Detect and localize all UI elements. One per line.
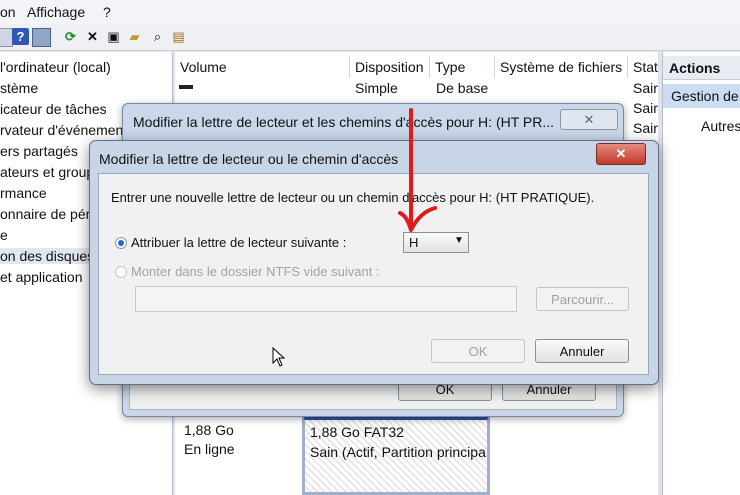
disk-status: En ligne bbox=[184, 441, 235, 457]
column-header-layout[interactable]: Disposition bbox=[350, 56, 430, 78]
browse-button[interactable]: Parcourir... bbox=[536, 287, 629, 311]
dialog-body: Entrer une nouvelle lettre de lecteur ou… bbox=[98, 173, 649, 375]
help-icon[interactable]: ? bbox=[12, 28, 29, 45]
tree-item[interactable]: rvateur d'événement bbox=[0, 122, 127, 138]
disk-size: 1,88 Go bbox=[184, 422, 234, 438]
column-header-type[interactable]: Type bbox=[430, 56, 495, 78]
tree-item[interactable]: icateur de tâches bbox=[0, 101, 107, 117]
delete-icon[interactable]: ✕ bbox=[84, 28, 101, 45]
cell-type: De base bbox=[436, 80, 489, 96]
column-header-filesystem[interactable]: Système de fichiers bbox=[495, 56, 628, 78]
radio-assign-letter[interactable] bbox=[115, 237, 127, 249]
partition-size: 1,88 Go FAT32 bbox=[310, 424, 404, 440]
toolbar: ? ⟳ ✕ ▣ ▰ ⌕ ▤ bbox=[0, 24, 740, 51]
cell-status: Sair bbox=[633, 100, 658, 116]
dialog-instruction: Entrer une nouvelle lettre de lecteur ou… bbox=[111, 190, 595, 205]
menu-item-help[interactable]: ? bbox=[103, 4, 111, 20]
refresh-icon[interactable]: ⟳ bbox=[62, 28, 79, 45]
menu-bar: on Affichage ? bbox=[0, 0, 740, 24]
ntfs-folder-input[interactable] bbox=[135, 286, 517, 312]
label-assign-letter[interactable]: Attribuer la lettre de lecteur suivante … bbox=[131, 235, 346, 250]
settings-icon[interactable]: ▤ bbox=[170, 28, 187, 45]
actions-header: Actions bbox=[663, 56, 740, 80]
annotation-arrow-icon bbox=[398, 108, 437, 232]
dialog-title: Modifier la lettre de lecteur ou le chem… bbox=[99, 151, 399, 167]
mouse-cursor-icon bbox=[272, 347, 286, 367]
radio-mount-folder[interactable] bbox=[115, 266, 127, 278]
tree-item[interactable]: e bbox=[0, 227, 8, 243]
partition-status: Sain (Actif, Partition principa bbox=[310, 444, 486, 460]
menu-item-file[interactable]: on bbox=[0, 4, 16, 20]
drive-icon bbox=[179, 85, 193, 89]
bg-close-icon[interactable]: ✕ bbox=[560, 109, 618, 130]
search-icon[interactable]: ⌕ bbox=[149, 28, 166, 45]
tree-item[interactable]: stème bbox=[0, 80, 38, 96]
actions-pane: Actions Gestion de Autres bbox=[662, 52, 740, 495]
bg-dialog-title: Modifier la lettre de lecteur et les che… bbox=[133, 114, 555, 130]
action-more[interactable]: Autres bbox=[701, 118, 740, 134]
cancel-button[interactable]: Annuler bbox=[535, 339, 629, 363]
tree-item[interactable]: l'ordinateur (local) bbox=[0, 59, 111, 75]
chevron-down-icon: ▼ bbox=[454, 235, 464, 246]
tree-item[interactable]: ateurs et group bbox=[0, 164, 94, 180]
close-icon[interactable]: ✕ bbox=[596, 143, 646, 165]
label-mount-folder[interactable]: Monter dans le dossier NTFS vide suivant… bbox=[131, 264, 380, 279]
tree-item[interactable]: ers partagés bbox=[0, 143, 78, 159]
cell-status: Sair bbox=[633, 120, 658, 136]
properties-icon[interactable]: ▣ bbox=[105, 28, 122, 45]
change-drive-letter-dialog: Modifier la lettre de lecteur ou le chem… bbox=[89, 140, 659, 385]
cell-layout: Simple bbox=[355, 80, 398, 96]
tree-item[interactable]: onnaire de pér bbox=[0, 206, 90, 222]
ok-button[interactable]: OK bbox=[431, 339, 525, 363]
open-folder-icon[interactable]: ▰ bbox=[126, 28, 143, 45]
action-disk-management[interactable]: Gestion de bbox=[663, 84, 740, 108]
cell-status: Sair bbox=[633, 80, 658, 96]
partition-block[interactable]: 1,88 Go FAT32 Sain (Actif, Partition pri… bbox=[302, 414, 490, 495]
tree-item[interactable]: rmance bbox=[0, 185, 47, 201]
column-header-status[interactable]: Stat bbox=[628, 56, 658, 78]
tree-item[interactable]: et application bbox=[0, 269, 83, 285]
console-icon[interactable] bbox=[32, 28, 51, 47]
menu-item-view[interactable]: Affichage bbox=[27, 4, 85, 20]
disk-map: 1,88 Go En ligne 1,88 Go FAT32 Sain (Act… bbox=[175, 414, 658, 495]
column-header-volume[interactable]: Volume bbox=[175, 56, 350, 78]
